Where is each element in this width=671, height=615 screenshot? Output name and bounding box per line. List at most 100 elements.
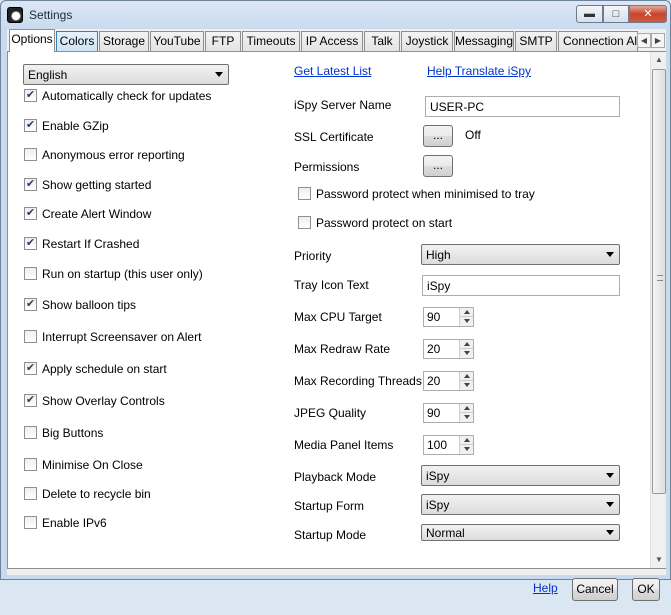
tab-options[interactable]: Options bbox=[9, 29, 55, 52]
option-checkbox[interactable]: ✔ bbox=[24, 298, 37, 311]
jpeg-quality-stepper[interactable]: 90 bbox=[423, 403, 474, 423]
tab-storage[interactable]: Storage bbox=[99, 31, 149, 51]
ok-button[interactable]: OK bbox=[632, 578, 660, 601]
spin-up-icon[interactable] bbox=[459, 436, 473, 445]
checkmark-icon: ✔ bbox=[25, 178, 36, 190]
server-name-label: iSpy Server Name bbox=[294, 98, 392, 112]
spin-up-icon[interactable] bbox=[459, 404, 473, 413]
media-panel-items-value: 100 bbox=[427, 438, 448, 452]
max-recording-threads-label: Max Recording Threads bbox=[294, 374, 422, 388]
option-label: Interrupt Screensaver on Alert bbox=[42, 330, 202, 344]
tab-scroll-right-button[interactable]: ▶ bbox=[651, 33, 665, 48]
tab-connection-alerts[interactable]: Connection Alerts bbox=[558, 31, 638, 51]
scroll-up-icon[interactable]: ▲ bbox=[651, 52, 667, 68]
option-checkbox[interactable]: ✔ bbox=[24, 207, 37, 220]
get-latest-list-link[interactable]: Get Latest List bbox=[294, 64, 371, 78]
option-checkbox[interactable]: ✔ bbox=[24, 362, 37, 375]
playback-mode-select[interactable]: iSpy bbox=[421, 465, 620, 486]
tray-icon-text-input[interactable] bbox=[422, 275, 620, 296]
tab-strip: Options Colors Storage YouTube FTP Timeo… bbox=[7, 29, 666, 52]
tab-scroll-left-button[interactable]: ◀ bbox=[637, 33, 651, 48]
option-label: Minimise On Close bbox=[42, 458, 143, 472]
max-cpu-stepper[interactable]: 90 bbox=[423, 307, 474, 327]
max-redraw-stepper[interactable]: 20 bbox=[423, 339, 474, 359]
scrollbar-thumb[interactable] bbox=[652, 69, 666, 494]
scroll-down-icon[interactable]: ▼ bbox=[651, 552, 667, 568]
vertical-scrollbar[interactable]: ▲ ▼ bbox=[650, 52, 666, 568]
maximize-button[interactable]: □ bbox=[603, 5, 629, 23]
tab-talk[interactable]: Talk bbox=[364, 31, 400, 51]
option-label: Show Overlay Controls bbox=[42, 394, 165, 408]
option-checkbox[interactable] bbox=[24, 267, 37, 280]
startup-form-select[interactable]: iSpy bbox=[421, 494, 620, 515]
help-link[interactable]: Help bbox=[533, 581, 558, 595]
minimize-button[interactable]: ▬ bbox=[576, 5, 603, 23]
option-checkbox[interactable]: ✔ bbox=[24, 119, 37, 132]
checkmark-icon: ✔ bbox=[25, 362, 36, 374]
option-checkbox[interactable] bbox=[24, 148, 37, 161]
option-checkbox[interactable]: ✔ bbox=[24, 89, 37, 102]
checkmark-icon: ✔ bbox=[25, 89, 36, 101]
tab-colors[interactable]: Colors bbox=[56, 31, 98, 51]
ssl-certificate-button[interactable]: ... bbox=[423, 125, 453, 147]
tab-timeouts[interactable]: Timeouts bbox=[242, 31, 300, 51]
option-checkbox[interactable] bbox=[24, 516, 37, 529]
max-recording-threads-stepper[interactable]: 20 bbox=[423, 371, 474, 391]
language-select[interactable]: English bbox=[23, 64, 229, 85]
startup-mode-select[interactable]: Normal bbox=[421, 524, 620, 541]
close-icon: ✕ bbox=[643, 8, 653, 20]
option-checkbox[interactable] bbox=[24, 487, 37, 500]
option-checkbox[interactable] bbox=[24, 426, 37, 439]
priority-select[interactable]: High bbox=[421, 244, 620, 265]
playback-mode-label: Playback Mode bbox=[294, 470, 377, 484]
spin-down-icon[interactable] bbox=[459, 413, 473, 422]
spin-down-icon[interactable] bbox=[459, 445, 473, 454]
playback-mode-value: iSpy bbox=[426, 469, 450, 483]
cancel-button[interactable]: Cancel bbox=[572, 578, 618, 601]
option-label: Create Alert Window bbox=[42, 207, 152, 221]
option-checkbox[interactable] bbox=[24, 330, 37, 343]
spin-up-icon[interactable] bbox=[459, 308, 473, 317]
checkmark-icon: ✔ bbox=[25, 394, 36, 406]
maximize-icon: □ bbox=[612, 8, 620, 20]
spin-up-icon[interactable] bbox=[459, 340, 473, 349]
option-label: Anonymous error reporting bbox=[42, 148, 185, 162]
option-label: Show getting started bbox=[42, 178, 152, 192]
media-panel-items-stepper[interactable]: 100 bbox=[423, 435, 474, 455]
tab-ftp[interactable]: FTP bbox=[205, 31, 241, 51]
option-checkbox[interactable]: ✔ bbox=[24, 394, 37, 407]
password-start-checkbox[interactable] bbox=[298, 216, 311, 229]
close-button[interactable]: ✕ bbox=[629, 5, 667, 23]
title-bar[interactable]: Settings ▬ □ ✕ bbox=[1, 1, 670, 29]
tab-messaging[interactable]: Messaging bbox=[454, 31, 514, 51]
checkmark-icon: ✔ bbox=[25, 207, 36, 219]
option-checkbox[interactable]: ✔ bbox=[24, 178, 37, 191]
ssl-certificate-label: SSL Certificate bbox=[294, 130, 374, 144]
tab-smtp[interactable]: SMTP bbox=[515, 31, 557, 51]
language-value: English bbox=[28, 68, 68, 82]
option-label: Apply schedule on start bbox=[42, 362, 167, 376]
password-start-label: Password protect on start bbox=[316, 216, 453, 230]
permissions-button[interactable]: ... bbox=[423, 155, 453, 177]
server-name-input[interactable] bbox=[425, 96, 620, 117]
option-checkbox[interactable] bbox=[24, 458, 37, 471]
password-minimised-checkbox[interactable] bbox=[298, 187, 311, 200]
option-label: Show balloon tips bbox=[42, 298, 137, 312]
dialog-footer: Help Cancel OK bbox=[7, 569, 666, 615]
max-redraw-value: 20 bbox=[427, 342, 441, 356]
tab-ip-access[interactable]: IP Access bbox=[301, 31, 363, 51]
priority-label: Priority bbox=[294, 249, 332, 263]
spin-up-icon[interactable] bbox=[459, 372, 473, 381]
chevron-down-icon bbox=[606, 473, 614, 478]
help-translate-link[interactable]: Help Translate iSpy bbox=[427, 64, 531, 78]
option-label: Delete to recycle bin bbox=[42, 487, 151, 501]
spin-down-icon[interactable] bbox=[459, 381, 473, 390]
spin-down-icon[interactable] bbox=[459, 349, 473, 358]
chevron-down-icon bbox=[606, 530, 614, 535]
tab-youtube[interactable]: YouTube bbox=[150, 31, 204, 51]
option-label: Enable IPv6 bbox=[42, 516, 107, 530]
option-checkbox[interactable]: ✔ bbox=[24, 237, 37, 250]
spin-down-icon[interactable] bbox=[459, 317, 473, 326]
settings-window: Settings ▬ □ ✕ Options Colors Storage Yo… bbox=[0, 0, 671, 601]
tab-joystick[interactable]: Joystick bbox=[401, 31, 453, 51]
